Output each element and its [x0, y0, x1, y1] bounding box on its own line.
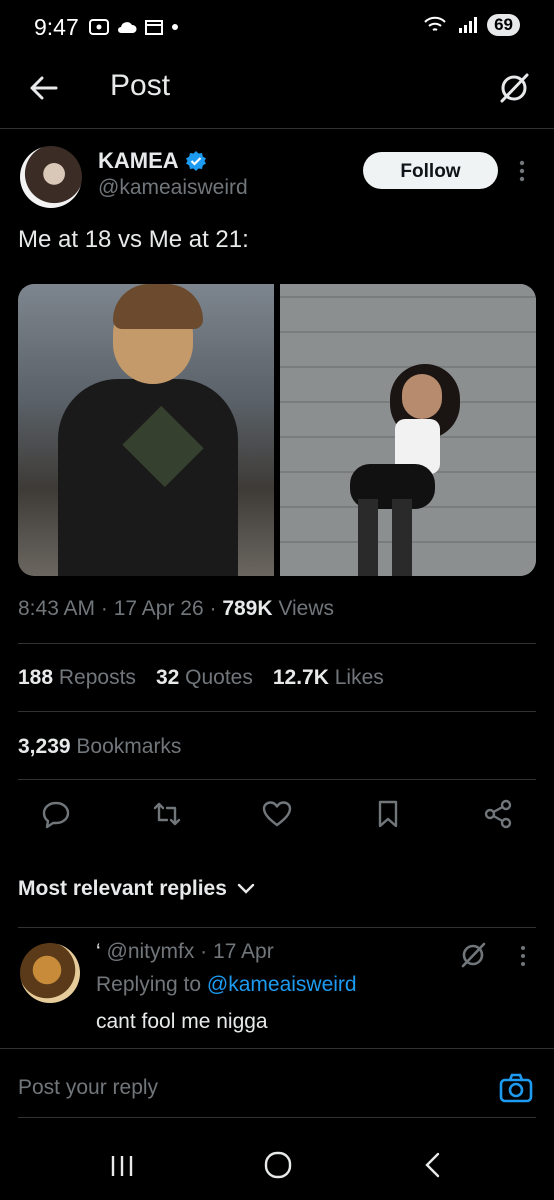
- reposts-stat[interactable]: 188 Reposts: [18, 666, 136, 690]
- reposts-count: 188: [18, 666, 54, 689]
- bookmarks-stat[interactable]: 3,239 Bookmarks: [18, 735, 181, 759]
- reply-icon[interactable]: [40, 798, 72, 830]
- quotes-stat[interactable]: 32 Quotes: [156, 666, 253, 690]
- engagement-stats: 188 Reposts 32 Quotes 12.7K Likes: [18, 666, 384, 690]
- post-time: 8:43 AM: [18, 597, 96, 620]
- reply-avatar[interactable]: [20, 943, 80, 1003]
- post-image-1[interactable]: [18, 284, 274, 576]
- reposts-label: Reposts: [58, 666, 136, 689]
- bookmark-icon[interactable]: [372, 798, 404, 830]
- divider: [18, 711, 536, 712]
- battery-indicator: 69: [487, 14, 520, 36]
- reply-handle: @nitymfx: [106, 940, 195, 963]
- more-icon[interactable]: [512, 158, 532, 184]
- views-count: 789K: [222, 597, 273, 620]
- post-date: 17 Apr 26: [113, 597, 204, 620]
- quotes-count: 32: [155, 666, 180, 689]
- wifi-icon: [424, 16, 446, 31]
- status-notification-icons: [88, 18, 180, 36]
- reply-prefix: ‘: [96, 940, 101, 963]
- grok-icon[interactable]: [458, 940, 488, 970]
- divider: [18, 927, 536, 928]
- system-nav-bar: [0, 1130, 554, 1200]
- grok-icon[interactable]: [496, 70, 532, 106]
- post-image-2[interactable]: [280, 284, 536, 576]
- likes-count: 12.7K: [272, 666, 329, 689]
- likes-stat[interactable]: 12.7K Likes: [273, 666, 384, 690]
- signal-icon: [459, 17, 478, 33]
- divider: [18, 643, 536, 644]
- post-text: Me at 18 vs Me at 21:: [18, 226, 249, 253]
- author-name-row[interactable]: KAMEA: [98, 148, 207, 174]
- reply-text: cant fool me nigga: [96, 1010, 268, 1033]
- post-actions: [18, 798, 536, 838]
- replying-to-label: Replying to: [96, 973, 202, 996]
- status-time: 9:47: [34, 14, 79, 40]
- verified-icon: [185, 151, 206, 171]
- quotes-label: Quotes: [185, 666, 253, 689]
- replies-filter[interactable]: Most relevant replies: [18, 877, 255, 901]
- author-avatar[interactable]: [20, 146, 82, 208]
- bookmarks-count: 3,239: [18, 735, 71, 758]
- dot-icon: [172, 24, 178, 30]
- back-arrow-icon[interactable]: [26, 70, 62, 106]
- page-title: Post: [110, 69, 171, 102]
- like-icon[interactable]: [261, 798, 293, 830]
- reply-input[interactable]: Post your reply: [18, 1076, 158, 1100]
- top-app-bar: Post: [0, 56, 554, 129]
- calendar-icon: [145, 20, 163, 35]
- views-label: Views: [278, 597, 334, 620]
- home-icon[interactable]: [263, 1150, 293, 1180]
- follow-button[interactable]: Follow: [363, 152, 498, 189]
- replies-filter-label: Most relevant replies: [18, 877, 227, 900]
- camera-icon[interactable]: [499, 1072, 533, 1104]
- chevron-down-icon: [237, 883, 255, 894]
- bookmarks-label: Bookmarks: [76, 735, 182, 758]
- cloud-icon: [118, 22, 137, 33]
- screenshot-icon: [89, 19, 109, 35]
- author-handle[interactable]: @kameaisweird: [98, 176, 248, 200]
- status-bar: 9:47 69: [0, 0, 554, 56]
- reply-date: 17 Apr: [213, 940, 274, 963]
- post-media[interactable]: [18, 284, 536, 576]
- repost-icon[interactable]: [151, 798, 183, 830]
- system-back-icon[interactable]: [420, 1150, 446, 1180]
- post-meta: 8:43 AM · 17 Apr 26 · 789K Views: [18, 597, 334, 620]
- divider: [18, 779, 536, 780]
- replying-to: Replying to @kameaisweird: [96, 973, 357, 997]
- replying-to-link[interactable]: @kameaisweird: [207, 973, 357, 996]
- likes-label: Likes: [334, 666, 384, 689]
- recents-icon[interactable]: [108, 1152, 136, 1180]
- author-name: KAMEA: [98, 148, 179, 173]
- share-icon[interactable]: [482, 798, 514, 830]
- divider: [18, 1117, 536, 1118]
- status-right-icons: 69: [423, 14, 520, 36]
- reply-header[interactable]: ‘ @nitymfx · 17 Apr: [96, 940, 274, 964]
- more-icon[interactable]: [514, 944, 532, 968]
